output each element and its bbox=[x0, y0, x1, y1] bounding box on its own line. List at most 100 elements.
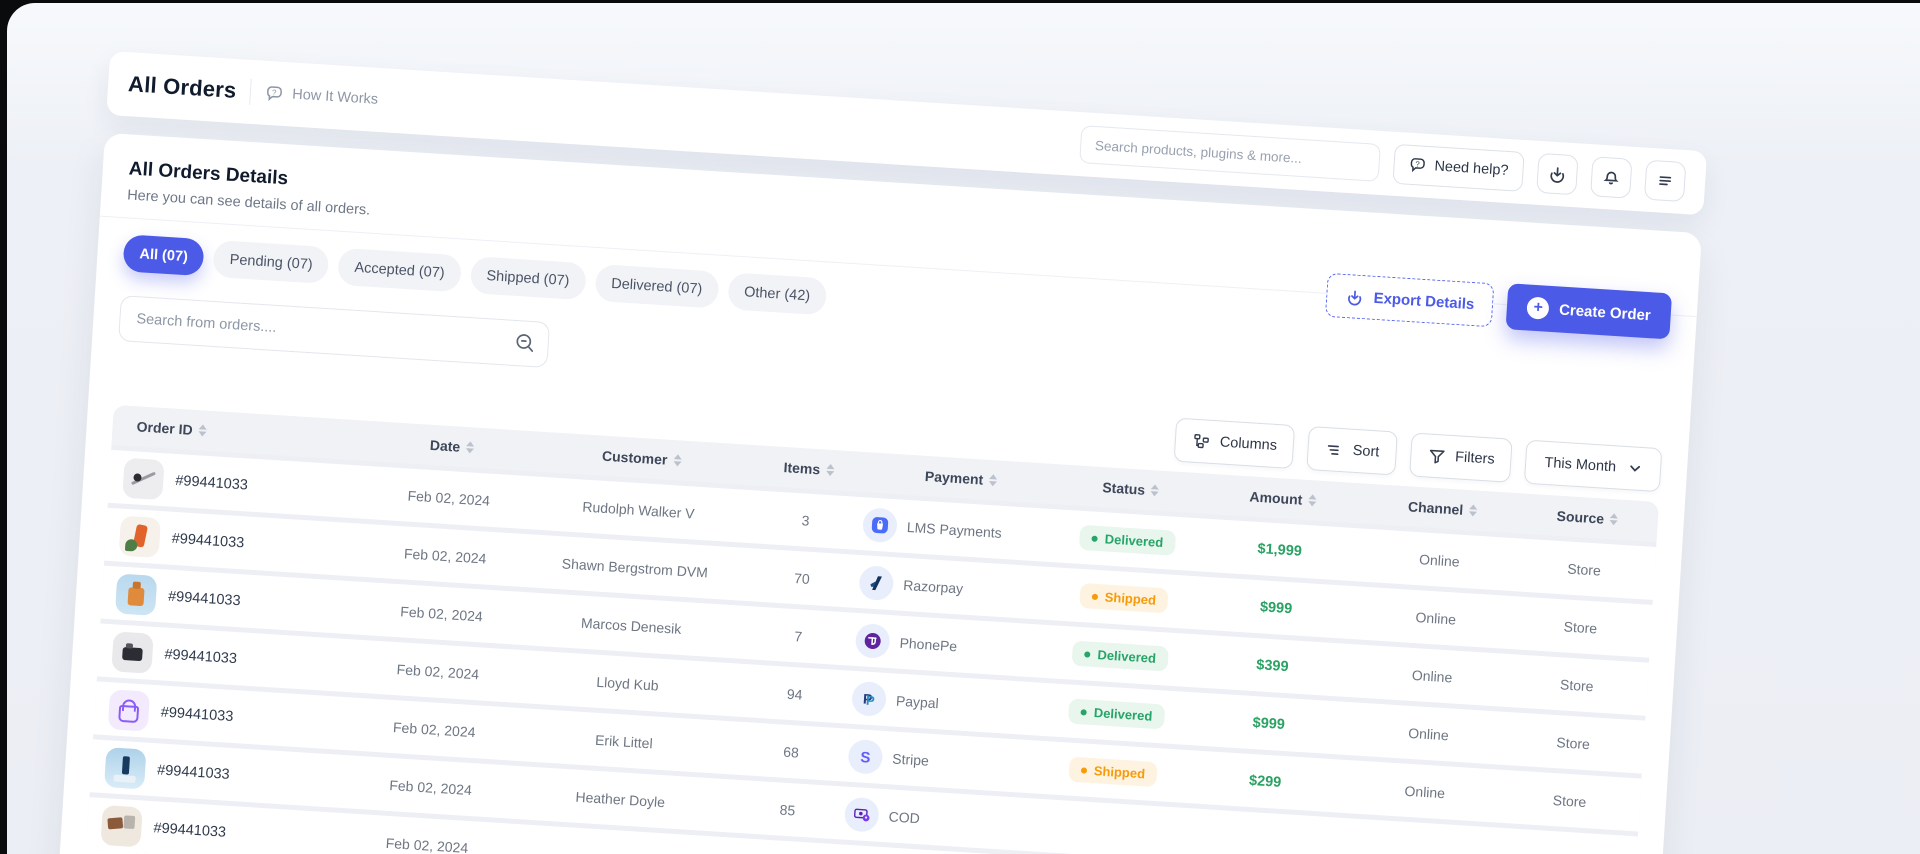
column-header-customer[interactable]: Customer bbox=[531, 443, 752, 473]
product-thumbnail bbox=[111, 630, 154, 674]
date-cell: Feb 02, 2024 bbox=[396, 660, 480, 682]
tab-pending[interactable]: Pending (07) bbox=[212, 239, 330, 285]
filter-funnel-icon bbox=[1427, 446, 1447, 466]
stripe-icon: S bbox=[847, 738, 884, 775]
tab-shipped[interactable]: Shipped (07) bbox=[469, 256, 587, 301]
column-header-date[interactable]: Date bbox=[372, 433, 533, 459]
amount-cell: $299 bbox=[1248, 772, 1282, 791]
channel-cell: Online bbox=[1404, 782, 1446, 801]
sort-button[interactable]: Sort bbox=[1306, 426, 1398, 476]
svg-text:?: ? bbox=[272, 88, 278, 97]
tab-delivered[interactable]: Delivered (07) bbox=[594, 263, 720, 309]
sort-arrows-icon bbox=[825, 463, 835, 477]
period-label: This Month bbox=[1543, 454, 1617, 476]
amount-cell: $1,999 bbox=[1257, 540, 1303, 560]
status-cell: Shipped bbox=[1048, 581, 1199, 615]
payment-cell: Razorpay bbox=[858, 564, 1050, 611]
svg-text:?: ? bbox=[1415, 159, 1420, 168]
date-cell: Feb 02, 2024 bbox=[392, 718, 476, 740]
order-cell: #99441033 bbox=[115, 515, 367, 571]
notifications-button[interactable] bbox=[1590, 156, 1633, 199]
column-header-source[interactable]: Source bbox=[1524, 506, 1650, 530]
channel-cell: Online bbox=[1418, 550, 1461, 570]
status-cell: Delivered bbox=[1052, 523, 1203, 557]
sort-label: Sort bbox=[1352, 442, 1380, 461]
payment-name: LMS Payments bbox=[906, 518, 1003, 541]
search-icon bbox=[512, 330, 537, 355]
amount-cell: $999 bbox=[1252, 714, 1286, 733]
status-badge: Delivered bbox=[1079, 524, 1176, 556]
app-canvas: All Orders ? How It Works ? bbox=[7, 3, 1920, 854]
column-label: Source bbox=[1556, 507, 1605, 527]
column-label: Status bbox=[1101, 479, 1146, 498]
columns-label: Columns bbox=[1219, 434, 1278, 454]
lms-icon bbox=[861, 506, 899, 543]
source-cell: Store bbox=[1559, 675, 1595, 694]
customer-cell: Lloyd Kub bbox=[595, 673, 660, 694]
customer-cell bbox=[507, 850, 727, 854]
channel-cell bbox=[1339, 844, 1504, 854]
global-search-input[interactable] bbox=[1078, 125, 1381, 182]
date-cell: Feb 02, 2024 bbox=[403, 544, 487, 567]
column-header-order-id[interactable]: Order ID bbox=[122, 418, 373, 450]
tab-all[interactable]: All (07) bbox=[122, 234, 205, 277]
svg-text:P: P bbox=[866, 692, 876, 708]
column-header-items[interactable]: Items bbox=[751, 457, 867, 480]
filters-label: Filters bbox=[1454, 449, 1496, 468]
items-cell: 85 bbox=[779, 801, 796, 818]
items-cell: 7 bbox=[793, 627, 803, 645]
sort-arrows-icon bbox=[1150, 484, 1160, 497]
cod-icon bbox=[843, 796, 880, 833]
how-it-works-link[interactable]: ? How It Works bbox=[265, 83, 379, 109]
download-button[interactable] bbox=[1536, 152, 1579, 196]
column-header-amount[interactable]: Amount bbox=[1205, 486, 1361, 512]
filters-button[interactable]: Filters bbox=[1408, 432, 1513, 483]
status-badge: Shipped bbox=[1079, 582, 1169, 614]
period-select[interactable]: This Month bbox=[1524, 439, 1663, 493]
status-badge: Delivered bbox=[1068, 698, 1166, 730]
payment-name: PhonePe bbox=[899, 634, 958, 654]
column-header-channel[interactable]: Channel bbox=[1360, 495, 1526, 521]
status-badge: Delivered bbox=[1071, 640, 1169, 672]
channel-cell: Online bbox=[1411, 666, 1453, 685]
payment-cell: S Stripe bbox=[847, 738, 1039, 784]
column-header-status[interactable]: Status bbox=[1055, 476, 1206, 501]
need-help-button[interactable]: ? Need help? bbox=[1392, 143, 1525, 192]
items-cell: 70 bbox=[793, 569, 811, 587]
status-dot-icon bbox=[1080, 708, 1088, 716]
customer-cell: Heather Doyle bbox=[575, 788, 666, 810]
svg-text:S: S bbox=[860, 748, 871, 765]
status-cell: Delivered bbox=[1041, 697, 1192, 731]
amount-cell: $999 bbox=[1259, 598, 1293, 617]
payment-name: Razorpay bbox=[902, 576, 964, 597]
column-label: Items bbox=[783, 459, 821, 478]
create-order-label: Create Order bbox=[1558, 300, 1652, 324]
sort-arrows-icon bbox=[672, 454, 682, 467]
date-cell: Feb 02, 2024 bbox=[388, 776, 473, 798]
source-cell: Store bbox=[1552, 791, 1587, 810]
phonepe-icon bbox=[854, 622, 891, 659]
sort-icon bbox=[1324, 440, 1344, 460]
order-cell: #99441033 bbox=[96, 804, 348, 854]
source-cell: Store bbox=[1566, 560, 1602, 579]
page-title: All Orders bbox=[127, 71, 238, 103]
status-dot-icon bbox=[1084, 650, 1091, 658]
order-id: #99441033 bbox=[174, 472, 249, 493]
column-label: Amount bbox=[1249, 488, 1303, 508]
channel-cell: Online bbox=[1407, 724, 1450, 743]
order-id: #99441033 bbox=[160, 703, 234, 725]
need-help-label: Need help? bbox=[1433, 158, 1509, 179]
page-content: All Orders ? How It Works ? bbox=[54, 39, 1708, 854]
status-cell bbox=[1034, 825, 1184, 834]
tab-accepted[interactable]: Accepted (07) bbox=[337, 247, 462, 293]
columns-button[interactable]: Columns bbox=[1173, 417, 1296, 470]
help-bubble-icon: ? bbox=[265, 83, 285, 103]
export-details-button[interactable]: Export Details bbox=[1325, 272, 1495, 328]
export-download-icon bbox=[1345, 287, 1365, 307]
tab-other[interactable]: Other (42) bbox=[727, 272, 828, 316]
column-header-payment[interactable]: Payment bbox=[866, 464, 1057, 492]
status-cell: Shipped bbox=[1037, 755, 1188, 789]
product-thumbnail bbox=[100, 804, 143, 847]
razorpay-icon bbox=[858, 564, 895, 601]
menu-button[interactable] bbox=[1643, 159, 1687, 203]
